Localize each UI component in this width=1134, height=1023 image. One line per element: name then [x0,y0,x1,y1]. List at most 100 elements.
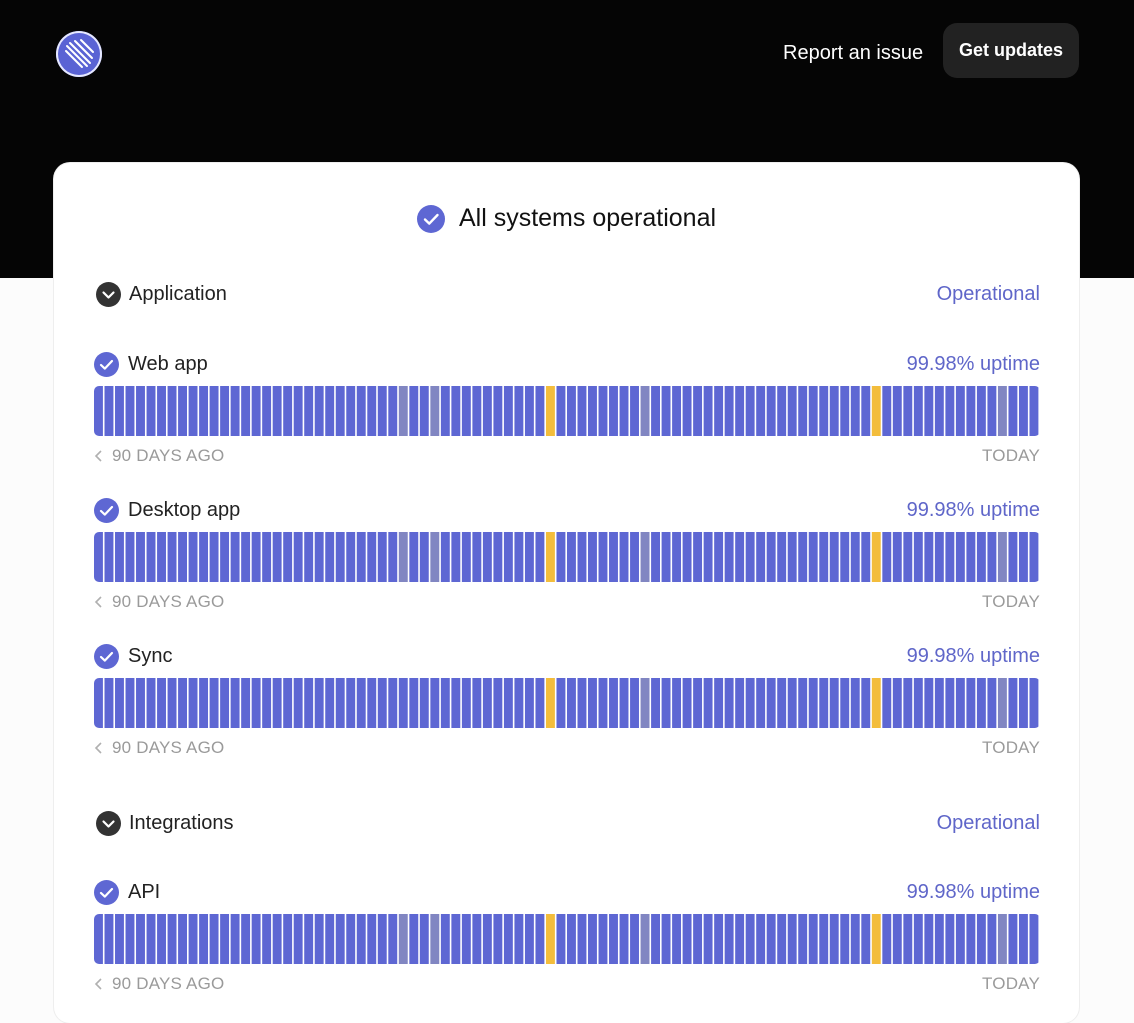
uptime-day-bar[interactable] [209,532,219,582]
uptime-day-bar[interactable] [125,678,135,728]
uptime-day-bar[interactable] [766,678,776,728]
uptime-day-bar[interactable] [230,914,240,964]
uptime-day-bar[interactable] [461,678,471,728]
uptime-day-bar[interactable] [524,914,534,964]
uptime-day-bar[interactable] [514,532,524,582]
uptime-day-bar[interactable] [871,386,881,436]
uptime-day-bar[interactable] [293,532,303,582]
uptime-day-bar[interactable] [272,532,282,582]
uptime-day-bar[interactable] [619,386,629,436]
uptime-day-bar[interactable] [94,914,103,964]
uptime-day-bar[interactable] [924,678,934,728]
uptime-day-bar[interactable] [314,386,324,436]
uptime-day-bar[interactable] [829,678,839,728]
uptime-day-bar[interactable] [745,914,755,964]
uptime-day-bar[interactable] [220,914,230,964]
uptime-day-bar[interactable] [997,386,1007,436]
uptime-day-bar[interactable] [136,914,145,964]
uptime-day-bar[interactable] [451,914,461,964]
uptime-day-bar[interactable] [125,914,135,964]
uptime-day-bar[interactable] [115,678,124,728]
uptime-day-bar[interactable] [556,914,566,964]
uptime-day-bar[interactable] [903,532,913,582]
uptime-day-bar[interactable] [367,678,377,728]
uptime-bars[interactable] [94,914,1040,964]
uptime-day-bar[interactable] [640,914,650,964]
uptime-day-bar[interactable] [714,386,724,436]
uptime-day-bar[interactable] [272,678,282,728]
uptime-day-bar[interactable] [167,678,177,728]
uptime-day-bar[interactable] [777,678,787,728]
uptime-day-bar[interactable] [545,386,555,436]
uptime-day-bar[interactable] [966,386,976,436]
uptime-day-bar[interactable] [882,678,892,728]
uptime-day-bar[interactable] [419,678,429,728]
uptime-day-bar[interactable] [976,386,986,436]
uptime-day-bar[interactable] [482,532,492,582]
uptime-day-bar[interactable] [798,678,808,728]
uptime-day-bar[interactable] [682,532,692,582]
uptime-day-bar[interactable] [545,532,555,582]
uptime-day-bar[interactable] [850,678,860,728]
uptime-day-bar[interactable] [493,386,503,436]
uptime-day-bar[interactable] [787,914,797,964]
uptime-day-bar[interactable] [798,532,808,582]
uptime-day-bar[interactable] [409,386,419,436]
uptime-day-bar[interactable] [840,386,850,436]
uptime-day-bar[interactable] [651,678,660,728]
uptime-day-bar[interactable] [535,386,545,436]
uptime-day-bar[interactable] [335,914,345,964]
uptime-day-bar[interactable] [388,678,398,728]
uptime-day-bar[interactable] [567,532,576,582]
uptime-day-bar[interactable] [430,386,440,436]
uptime-day-bar[interactable] [766,386,776,436]
uptime-day-bar[interactable] [955,914,965,964]
uptime-day-bar[interactable] [892,386,902,436]
uptime-day-bar[interactable] [840,532,850,582]
uptime-day-bar[interactable] [661,914,671,964]
uptime-day-bar[interactable] [524,678,534,728]
uptime-day-bar[interactable] [1008,678,1018,728]
uptime-day-bar[interactable] [94,386,103,436]
uptime-day-bar[interactable] [903,386,913,436]
uptime-day-bar[interactable] [651,532,660,582]
uptime-day-bar[interactable] [745,386,755,436]
uptime-day-bar[interactable] [630,914,639,964]
uptime-day-bar[interactable] [503,386,513,436]
uptime-day-bar[interactable] [661,386,671,436]
uptime-day-bar[interactable] [651,386,660,436]
uptime-day-bar[interactable] [241,678,251,728]
uptime-day-bar[interactable] [829,386,839,436]
uptime-day-bar[interactable] [157,386,166,436]
uptime-day-bar[interactable] [388,914,398,964]
uptime-day-bar[interactable] [924,386,934,436]
uptime-day-bar[interactable] [934,678,944,728]
uptime-day-bar[interactable] [693,678,703,728]
uptime-day-bar[interactable] [377,532,387,582]
uptime-day-bar[interactable] [987,678,997,728]
uptime-day-bar[interactable] [146,386,156,436]
uptime-day-bar[interactable] [588,914,597,964]
uptime-day-bar[interactable] [619,678,629,728]
uptime-day-bar[interactable] [861,532,871,582]
uptime-day-bar[interactable] [314,678,324,728]
uptime-day-bar[interactable] [493,532,503,582]
uptime-day-bar[interactable] [178,386,187,436]
uptime-day-bar[interactable] [461,386,471,436]
uptime-day-bar[interactable] [598,914,608,964]
uptime-day-bar[interactable] [482,678,492,728]
uptime-day-bar[interactable] [882,386,892,436]
uptime-day-bar[interactable] [146,678,156,728]
uptime-day-bar[interactable] [356,532,366,582]
uptime-day-bar[interactable] [325,914,335,964]
uptime-day-bar[interactable] [714,914,724,964]
uptime-day-bar[interactable] [1018,678,1028,728]
uptime-day-bar[interactable] [987,532,997,582]
uptime-day-bar[interactable] [819,532,829,582]
uptime-day-bar[interactable] [272,386,282,436]
uptime-day-bar[interactable] [640,386,650,436]
uptime-day-bar[interactable] [882,914,892,964]
uptime-day-bar[interactable] [514,386,524,436]
uptime-day-bar[interactable] [346,678,356,728]
uptime-day-bar[interactable] [798,386,808,436]
